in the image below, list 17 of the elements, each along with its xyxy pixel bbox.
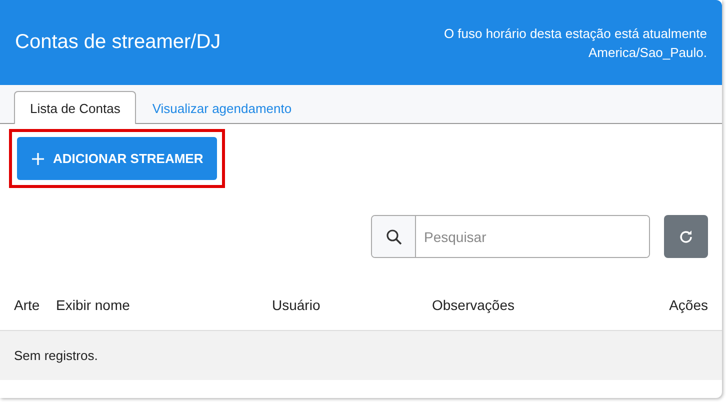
plus-icon bbox=[31, 152, 45, 166]
search-field[interactable]: Pesquisar bbox=[371, 215, 650, 258]
search-icon bbox=[386, 228, 402, 244]
column-header: Arte bbox=[14, 297, 41, 313]
timezone-note: O fuso horário desta estação está atualmente bbox=[444, 26, 707, 40]
page-title: Contas de streamer/DJ bbox=[15, 31, 221, 54]
tab[interactable]: Lista de Contas bbox=[14, 91, 136, 124]
refresh-icon bbox=[678, 228, 694, 244]
column-header: Ações bbox=[669, 297, 708, 313]
column-header: Usuário bbox=[272, 297, 322, 313]
add-streamer-button[interactable]: ADICIONAR STREAMER bbox=[17, 137, 218, 180]
tab[interactable]: Visualizar agendamento bbox=[136, 92, 308, 124]
timezone-note: America/Sao_Paulo. bbox=[588, 44, 707, 60]
column-header: Observações bbox=[432, 297, 516, 313]
empty-message: Sem registros. bbox=[14, 348, 98, 363]
column-header: Exibir nome bbox=[56, 297, 131, 313]
refresh-button[interactable] bbox=[664, 215, 708, 258]
